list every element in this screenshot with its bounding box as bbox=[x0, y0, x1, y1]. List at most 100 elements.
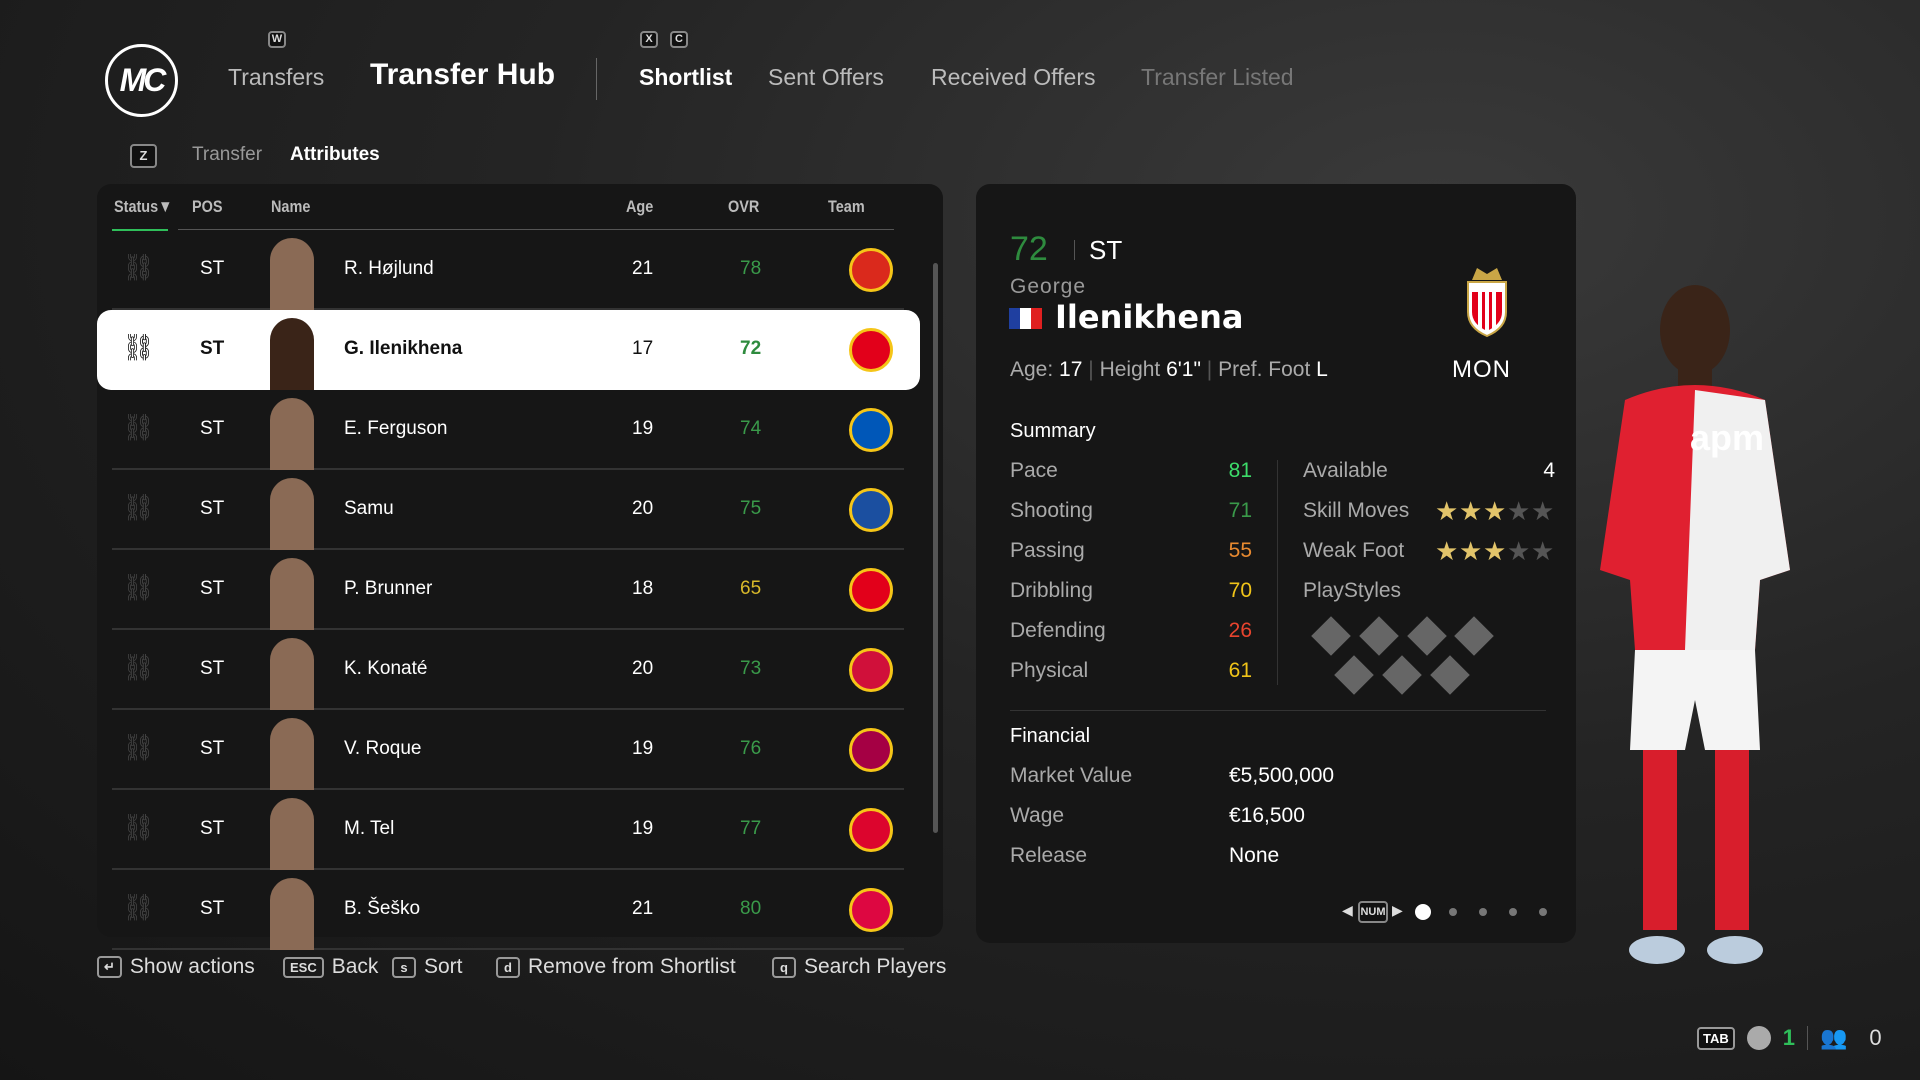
stat-value: 55 bbox=[1228, 539, 1252, 562]
market-value-label: Market Value bbox=[1010, 764, 1133, 787]
action-label: Search Players bbox=[804, 955, 947, 978]
pager-prev-icon[interactable]: ◀ bbox=[1342, 902, 1353, 919]
player-model-image: apm bbox=[1600, 285, 1790, 964]
player-portrait bbox=[270, 478, 314, 550]
player-last-name: Ilenikhena bbox=[1055, 298, 1244, 336]
height-value: 6'1" bbox=[1166, 358, 1201, 381]
foot-value: L bbox=[1316, 358, 1328, 381]
footer-action-sort[interactable]: s Sort bbox=[392, 955, 463, 979]
binoculars-icon: ⛓ bbox=[122, 892, 156, 922]
player-position: ST bbox=[200, 898, 225, 919]
player-position: ST bbox=[200, 418, 225, 439]
player-ovr: 77 bbox=[740, 818, 762, 839]
action-label: Show actions bbox=[129, 955, 255, 978]
page-dot[interactable] bbox=[1509, 908, 1517, 916]
player-portrait bbox=[270, 718, 314, 790]
financial-title: Financial bbox=[1010, 725, 1091, 747]
player-name: V. Roque bbox=[344, 738, 422, 759]
column-age[interactable]: Age bbox=[626, 197, 653, 217]
stat-label: Passing bbox=[1010, 539, 1085, 562]
player-name: M. Tel bbox=[344, 818, 395, 839]
player-ovr: 74 bbox=[740, 418, 762, 439]
table-row[interactable]: ⛓ ST R. Højlund 21 78 bbox=[112, 230, 904, 310]
tab-received-offers[interactable]: Received Offers bbox=[931, 64, 1095, 91]
tab-transfer-hub[interactable]: Transfer Hub bbox=[370, 58, 555, 92]
footer-action-remove-from-shortlist[interactable]: d Remove from Shortlist bbox=[496, 955, 736, 979]
stat-label: Pace bbox=[1010, 459, 1058, 482]
tab-transfers[interactable]: Transfers bbox=[228, 64, 324, 91]
pager-next-icon[interactable]: ▶ bbox=[1392, 902, 1403, 919]
table-row[interactable]: ⛓ ST V. Roque 19 76 bbox=[112, 710, 904, 790]
page-dot[interactable] bbox=[1415, 904, 1431, 920]
table-row[interactable]: ⛓ ST K. Konaté 20 73 bbox=[112, 630, 904, 710]
key-hint: ↵ bbox=[97, 956, 122, 978]
weak-foot-star-icon: ★ bbox=[1459, 536, 1483, 566]
tab-shortlist[interactable]: Shortlist bbox=[639, 64, 732, 91]
friends-icon: 👥 bbox=[1820, 1025, 1848, 1050]
key-hint-tab: TAB bbox=[1697, 1026, 1735, 1050]
player-age: 17 bbox=[632, 338, 654, 359]
player-portrait bbox=[270, 878, 314, 950]
key-hint-c: C bbox=[670, 31, 688, 48]
section-divider bbox=[1010, 710, 1546, 711]
page-dot[interactable] bbox=[1449, 908, 1457, 916]
key-hint-w: W bbox=[268, 31, 286, 48]
scrollbar[interactable] bbox=[933, 263, 938, 833]
stat-value: 70 bbox=[1228, 579, 1252, 602]
page-dot[interactable] bbox=[1539, 908, 1547, 916]
available-label: Available bbox=[1303, 459, 1388, 482]
player-position: ST bbox=[200, 738, 225, 759]
action-label: Sort bbox=[424, 955, 463, 978]
player-ovr: 72 bbox=[1010, 230, 1048, 268]
table-row[interactable]: ⛓ ST B. Šeško 21 80 bbox=[112, 870, 904, 950]
player-ovr: 72 bbox=[740, 338, 762, 359]
player-name: R. Højlund bbox=[344, 258, 434, 279]
subtab-transfer[interactable]: Transfer bbox=[192, 144, 262, 166]
player-portrait bbox=[270, 558, 314, 630]
man-utd-crest-icon bbox=[849, 248, 893, 292]
player-portrait bbox=[270, 798, 314, 870]
monaco-crest-icon bbox=[849, 568, 893, 612]
column-ovr[interactable]: OVR bbox=[728, 197, 759, 217]
age-label: Age: bbox=[1010, 358, 1054, 381]
wage-label: Wage bbox=[1010, 804, 1065, 827]
wage-value: €16,500 bbox=[1229, 804, 1305, 827]
skill-moves-star-icon: ★ bbox=[1483, 496, 1507, 526]
column-name[interactable]: Name bbox=[271, 197, 310, 217]
team-code: MON bbox=[1452, 356, 1511, 383]
online-icon bbox=[1746, 1026, 1771, 1050]
divider bbox=[1074, 240, 1075, 260]
subtab-attributes[interactable]: Attributes bbox=[290, 144, 380, 166]
stat-value: 26 bbox=[1228, 619, 1252, 642]
sort-desc-icon: ▼ bbox=[158, 197, 173, 216]
table-row[interactable]: ⛓ ST M. Tel 19 77 bbox=[112, 790, 904, 870]
footer-action-back[interactable]: ESC Back bbox=[283, 955, 378, 979]
player-age: 21 bbox=[632, 258, 654, 279]
column-status[interactable]: Status▼ bbox=[114, 197, 172, 217]
footer-action-search-players[interactable]: q Search Players bbox=[772, 955, 946, 979]
player-ovr: 75 bbox=[740, 498, 762, 519]
page-dot[interactable] bbox=[1479, 908, 1487, 916]
player-ovr: 73 bbox=[740, 658, 762, 679]
player-ovr: 76 bbox=[740, 738, 762, 759]
tab-transfer-listed[interactable]: Transfer Listed bbox=[1141, 64, 1294, 91]
online-count: 1 bbox=[1782, 1025, 1796, 1050]
table-row[interactable]: ⛓ ST G. Ilenikhena 17 72 bbox=[97, 310, 920, 390]
table-row[interactable]: ⛓ ST E. Ferguson 19 74 bbox=[112, 390, 904, 470]
footer-action-show-actions[interactable]: ↵ Show actions bbox=[97, 955, 255, 979]
table-row[interactable]: ⛓ ST P. Brunner 18 65 bbox=[112, 550, 904, 630]
weak-foot-star-icon: ★ bbox=[1531, 536, 1555, 566]
tab-sent-offers[interactable]: Sent Offers bbox=[768, 64, 884, 91]
available-value: 4 bbox=[1543, 459, 1555, 482]
skill-moves-label: Skill Moves bbox=[1303, 499, 1410, 522]
action-label: Remove from Shortlist bbox=[528, 955, 736, 978]
player-position: ST bbox=[200, 338, 225, 359]
monaco-crest-icon bbox=[1467, 268, 1507, 338]
brighton-crest-icon bbox=[849, 408, 893, 452]
player-name: G. Ilenikhena bbox=[344, 338, 463, 359]
table-row[interactable]: ⛓ ST Samu 20 75 bbox=[112, 470, 904, 550]
column-team[interactable]: Team bbox=[828, 197, 865, 217]
column-pos[interactable]: POS bbox=[192, 197, 223, 217]
player-portrait bbox=[270, 238, 314, 310]
binoculars-icon: ⛓ bbox=[122, 492, 156, 522]
